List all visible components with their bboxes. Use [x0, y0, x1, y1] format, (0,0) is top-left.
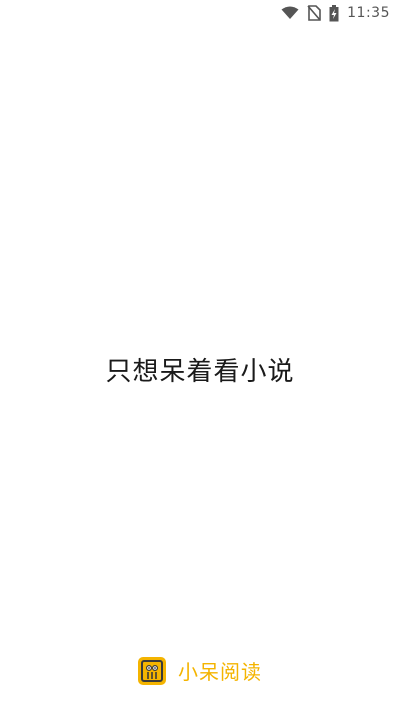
- app-name: 小呆阅读: [178, 660, 262, 684]
- brand-footer: 小呆阅读: [0, 656, 400, 685]
- splash-slogan: 只想呆着看小说: [105, 357, 295, 387]
- splash-screen: 11:35 只想呆着看小说 小呆阅读: [0, 0, 400, 710]
- status-time: 11:35: [347, 5, 390, 21]
- status-bar: 11:35: [0, 0, 400, 26]
- app-logo-icon: [138, 656, 166, 685]
- no-sim-icon: [307, 5, 321, 21]
- battery-charging-icon: [329, 4, 339, 22]
- wifi-icon: [281, 6, 299, 20]
